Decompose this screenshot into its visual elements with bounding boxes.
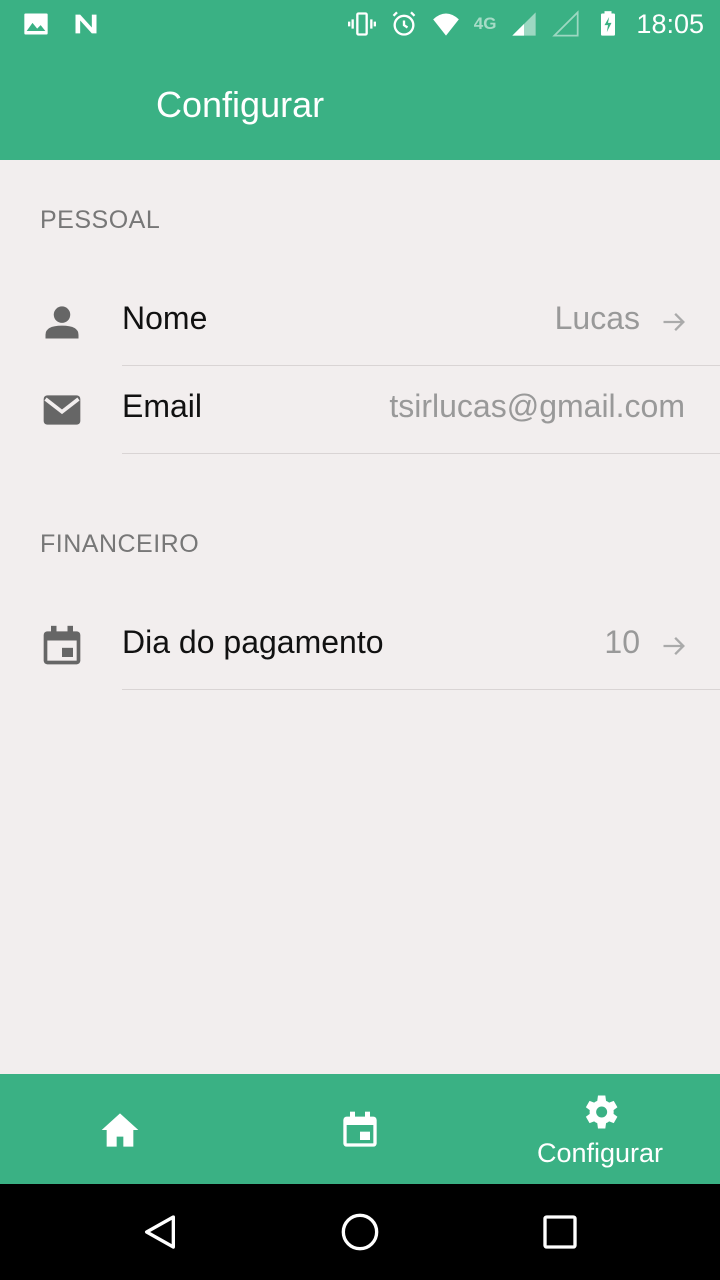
person-icon: [45, 306, 79, 339]
row-label: Nome: [122, 300, 208, 336]
nav-label: Configurar: [536, 1138, 664, 1168]
status-time: 18:05: [636, 8, 704, 39]
divider: [122, 453, 720, 454]
signal-icon: [512, 12, 537, 36]
nav-item-home[interactable]: [0, 1074, 240, 1184]
row-label: Email: [122, 388, 203, 424]
home-icon: [101, 1113, 139, 1147]
alarm-icon: [392, 11, 416, 36]
email-icon: [43, 395, 81, 425]
network-type: 4G: [473, 14, 497, 33]
row-value: 10: [604, 624, 640, 660]
arrow-right-icon: [663, 637, 685, 655]
settings-row-email[interactable]: Email tsirlucas@gmail.com: [0, 366, 720, 454]
row-label: Dia do pagamento: [122, 624, 384, 660]
arrow-right-icon: [663, 313, 685, 331]
page-title: Configurar: [156, 84, 325, 125]
gear-icon: [585, 1095, 618, 1129]
image-icon: [24, 13, 48, 35]
home-circle-icon[interactable]: [340, 1212, 380, 1252]
wifi-icon: [432, 13, 459, 36]
section-header-financeiro: FINANCEIRO: [40, 530, 200, 558]
row-value: tsirlucas@gmail.com: [389, 388, 685, 424]
back-icon[interactable]: [140, 1212, 180, 1252]
nav-item-configurar[interactable]: Configurar: [480, 1074, 720, 1184]
signal-icon: [552, 10, 579, 37]
calendar-icon: [343, 1111, 377, 1147]
recents-icon[interactable]: [540, 1212, 580, 1252]
bottom-navigation: Configurar: [0, 1074, 720, 1184]
status-bar: 4G 18:05: [0, 0, 720, 48]
divider: [122, 689, 720, 690]
calendar-icon: [43, 625, 81, 665]
section-header-pessoal: PESSOAL: [40, 206, 161, 234]
row-value: Lucas: [554, 300, 640, 336]
settings-row-nome[interactable]: Nome Lucas: [0, 278, 720, 366]
nav-item-calendar[interactable]: [240, 1074, 480, 1184]
system-nav-bar: [0, 1184, 720, 1280]
app-bar: Configurar: [0, 48, 720, 160]
vibrate-icon: [347, 12, 376, 36]
settings-row-dia-pagamento[interactable]: Dia do pagamento 10: [0, 602, 720, 690]
n-icon: [75, 14, 97, 34]
battery-charging-icon: [601, 11, 616, 36]
